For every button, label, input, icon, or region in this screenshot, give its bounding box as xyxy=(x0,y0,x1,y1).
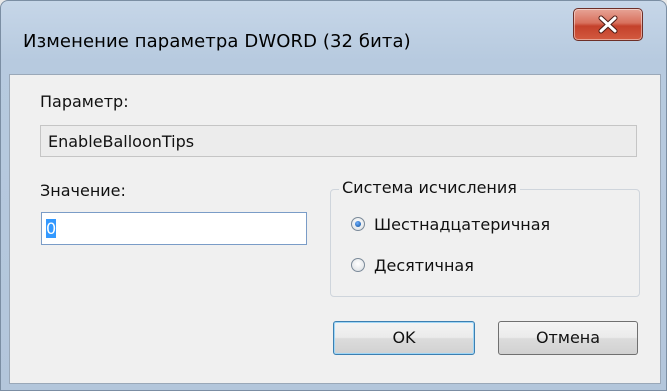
value-input[interactable]: 0 xyxy=(41,212,307,245)
close-icon xyxy=(598,15,618,34)
dword-edit-dialog: Изменение параметра DWORD (32 бита) Пара… xyxy=(0,0,667,391)
radio-hex[interactable]: Шестнадцатеричная xyxy=(351,212,550,236)
value-label: Значение: xyxy=(40,181,126,200)
title-bar[interactable]: Изменение параметра DWORD (32 бита) xyxy=(1,1,666,76)
radix-legend: Система исчисления xyxy=(339,178,520,197)
radix-group: Система исчисления Шестнадцатеричная Дес… xyxy=(330,178,640,297)
close-button[interactable] xyxy=(573,8,643,41)
param-name-field: EnableBalloonTips xyxy=(40,125,637,157)
value-input-text: 0 xyxy=(46,219,57,238)
radio-decimal[interactable]: Десятичная xyxy=(351,253,474,277)
dialog-body: Параметр: EnableBalloonTips Значение: 0 … xyxy=(9,74,661,384)
ok-button[interactable]: OK xyxy=(333,321,475,355)
radio-decimal-label: Десятичная xyxy=(374,255,474,275)
cancel-button[interactable]: Отмена xyxy=(498,321,638,355)
radio-decimal-indicator[interactable] xyxy=(351,258,365,272)
window-title: Изменение параметра DWORD (32 бита) xyxy=(23,31,411,52)
radio-hex-indicator[interactable] xyxy=(351,217,365,231)
param-label: Параметр: xyxy=(40,92,129,111)
radio-hex-label: Шестнадцатеричная xyxy=(374,214,551,234)
